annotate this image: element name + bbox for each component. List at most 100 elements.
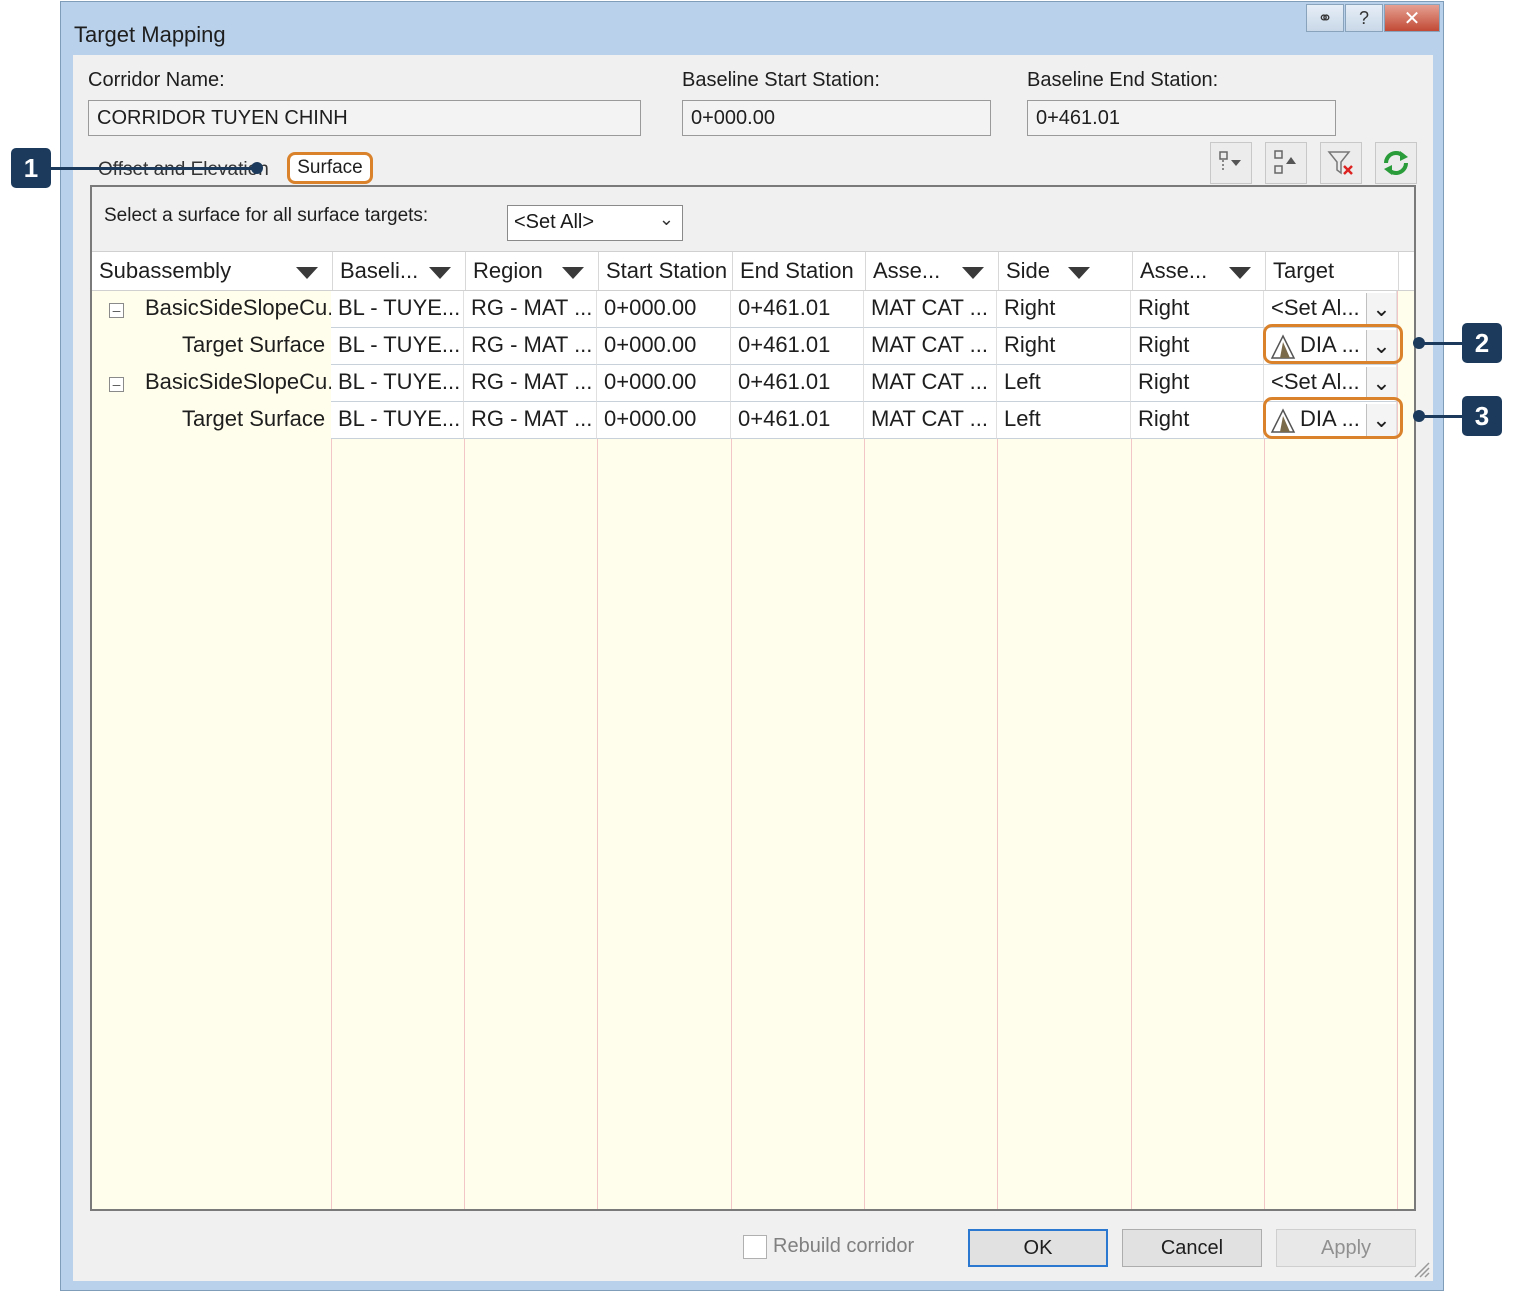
callout-line-3 xyxy=(1420,415,1462,418)
col-target[interactable]: Target xyxy=(1266,252,1399,290)
target-highlight-row2 xyxy=(1263,324,1403,364)
help-icon[interactable]: ? xyxy=(1345,4,1383,32)
col-start-station[interactable]: Start Station xyxy=(599,252,733,290)
assembly-cell: MAT CAT ... xyxy=(864,365,997,402)
region-cell: RG - MAT ... xyxy=(464,365,597,402)
table-row[interactable]: Target Surface BL - TUYE... RG - MAT ...… xyxy=(92,328,1414,365)
corridor-name-field: CORRIDOR TUYEN CHINH xyxy=(88,100,641,136)
rebuild-label: Rebuild corridor xyxy=(773,1235,915,1257)
start-station-label: Baseline Start Station: xyxy=(682,69,880,91)
set-all-dropdown[interactable]: <Set All> ⌄ xyxy=(507,205,683,241)
col-label: Start Station xyxy=(606,258,728,283)
assembly-side-cell: Right xyxy=(1131,328,1264,365)
filter-icon[interactable] xyxy=(429,267,451,279)
col-assembly[interactable]: Asse... xyxy=(866,252,999,290)
filter-icon[interactable] xyxy=(296,267,318,279)
callout-badge-1: 1 xyxy=(11,148,51,188)
col-label: Asse... xyxy=(1140,258,1208,283)
col-label: Target xyxy=(1273,258,1335,283)
col-label: End Station xyxy=(740,258,854,283)
surface-panel: Select a surface for all surface targets… xyxy=(90,185,1416,1211)
target-mapping-window: Target Mapping ⚭ ? ✕ Corridor Name: CORR… xyxy=(60,1,1444,1291)
table-row[interactable]: Target Surface BL - TUYE... RG - MAT ...… xyxy=(92,402,1414,439)
side-cell: Right xyxy=(997,291,1131,328)
chevron-down-icon[interactable]: ⌄ xyxy=(1366,367,1396,399)
end-station-field: 0+461.01 xyxy=(1027,100,1336,136)
target-cell[interactable]: <Set Al... ⌄ xyxy=(1264,291,1397,328)
caption-buttons: ⚭ ? ✕ xyxy=(1305,4,1440,32)
col-label: Baseli... xyxy=(340,258,419,283)
sort-icon[interactable] xyxy=(1265,142,1307,184)
chevron-down-icon: ⌄ xyxy=(658,209,674,229)
end-station-cell: 0+461.01 xyxy=(731,402,864,439)
assembly-cell: MAT CAT ... xyxy=(864,328,997,365)
clear-filter-icon[interactable] xyxy=(1320,142,1362,184)
end-station-label: Baseline End Station: xyxy=(1027,69,1219,91)
filter-icon[interactable] xyxy=(1068,267,1090,279)
callout-line-2 xyxy=(1420,342,1462,345)
col-end-station[interactable]: End Station xyxy=(733,252,866,290)
col-label: Subassembly xyxy=(99,258,232,283)
tab-surface[interactable]: Surface xyxy=(287,152,373,184)
table-row[interactable]: – BasicSideSlopeCu... BL - TUYE... RG - … xyxy=(92,291,1414,328)
grid-header: Subassembly Baseli... Region Start Stati… xyxy=(92,251,1414,291)
region-cell: RG - MAT ... xyxy=(464,291,597,328)
col-label: Asse... xyxy=(873,258,941,283)
group-by-icon[interactable] xyxy=(1210,142,1252,184)
callout-badge-3: 3 xyxy=(1462,396,1502,436)
ok-button[interactable]: OK xyxy=(968,1229,1108,1267)
grid-body: – BasicSideSlopeCu... BL - TUYE... RG - … xyxy=(92,291,1414,1209)
baseline-cell: BL - TUYE... xyxy=(331,402,464,439)
apply-button[interactable]: Apply xyxy=(1276,1229,1416,1267)
resize-grip-icon[interactable] xyxy=(1409,1257,1431,1279)
close-icon[interactable]: ✕ xyxy=(1384,4,1440,32)
rebuild-checkbox[interactable] xyxy=(743,1235,767,1259)
filter-icon[interactable] xyxy=(962,267,984,279)
baseline-cell: BL - TUYE... xyxy=(331,291,464,328)
refresh-icon[interactable] xyxy=(1375,142,1417,184)
assembly-cell: MAT CAT ... xyxy=(864,291,997,328)
end-station-cell: 0+461.01 xyxy=(731,291,864,328)
target-value: <Set Al... xyxy=(1271,295,1360,320)
set-all-value: <Set All> xyxy=(514,211,595,233)
subassembly-cell: BasicSideSlopeCu... xyxy=(145,295,346,320)
assembly-side-cell: Right xyxy=(1131,365,1264,402)
collapse-icon[interactable]: – xyxy=(109,303,124,318)
target-highlight-row4 xyxy=(1263,397,1403,439)
filter-icon[interactable] xyxy=(1229,267,1251,279)
assembly-cell: MAT CAT ... xyxy=(864,402,997,439)
cancel-button[interactable]: Cancel xyxy=(1122,1229,1262,1267)
filter-icon[interactable] xyxy=(562,267,584,279)
region-cell: RG - MAT ... xyxy=(464,402,597,439)
dialog-client: Corridor Name: CORRIDOR TUYEN CHINH Base… xyxy=(73,55,1433,1281)
subassembly-cell: BasicSideSlopeCu... xyxy=(145,369,346,394)
pin-icon[interactable]: ⚭ xyxy=(1306,4,1344,32)
col-baseline[interactable]: Baseli... xyxy=(333,252,466,290)
col-assembly-side[interactable]: Asse... xyxy=(1133,252,1266,290)
baseline-cell: BL - TUYE... xyxy=(331,328,464,365)
end-station-cell: 0+461.01 xyxy=(731,328,864,365)
corridor-name-label: Corridor Name: xyxy=(88,69,225,91)
col-region[interactable]: Region xyxy=(466,252,599,290)
col-label: Side xyxy=(1006,258,1051,283)
callout-dot-1 xyxy=(251,162,263,174)
end-station-cell: 0+461.01 xyxy=(731,365,864,402)
start-station-cell: 0+000.00 xyxy=(597,365,731,402)
chevron-down-icon[interactable]: ⌄ xyxy=(1366,293,1396,325)
col-side[interactable]: Side xyxy=(999,252,1133,290)
table-row[interactable]: – BasicSideSlopeCu... BL - TUYE... RG - … xyxy=(92,365,1414,402)
collapse-icon[interactable]: – xyxy=(109,377,124,392)
callout-badge-2: 2 xyxy=(1462,323,1502,363)
col-label: Region xyxy=(473,258,543,283)
col-subassembly[interactable]: Subassembly xyxy=(92,252,333,290)
callout-line-1 xyxy=(50,167,255,170)
surface-select-label: Select a surface for all surface targets… xyxy=(104,205,429,226)
baseline-cell: BL - TUYE... xyxy=(331,365,464,402)
tab-offset-elevation[interactable]: Offset and Elevation xyxy=(98,159,269,181)
side-cell: Right xyxy=(997,328,1131,365)
side-cell: Left xyxy=(997,402,1131,439)
start-station-field: 0+000.00 xyxy=(682,100,991,136)
start-station-cell: 0+000.00 xyxy=(597,402,731,439)
window-title: Target Mapping xyxy=(74,22,226,47)
assembly-side-cell: Right xyxy=(1131,402,1264,439)
